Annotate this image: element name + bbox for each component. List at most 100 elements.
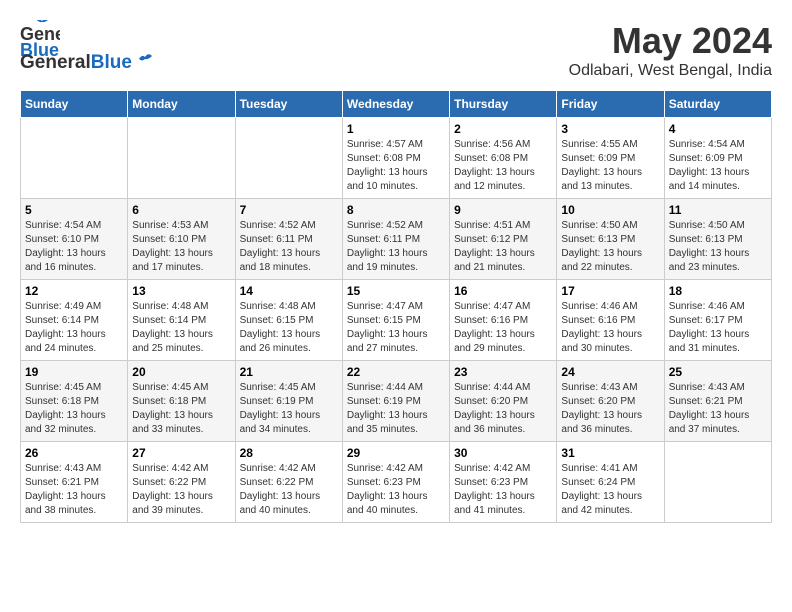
table-row [21,118,128,199]
header-wednesday: Wednesday [342,91,449,118]
day-info: Sunrise: 4:46 AMSunset: 6:17 PMDaylight:… [669,300,767,356]
day-number: 18 [669,284,767,298]
day-info: Sunrise: 4:44 AMSunset: 6:19 PMDaylight:… [347,381,445,437]
table-row: 6 Sunrise: 4:53 AMSunset: 6:10 PMDaylight… [128,199,235,280]
logo-bird-icon [134,49,154,69]
table-row: 20Sunrise: 4:45 AMSunset: 6:18 PMDayligh… [128,361,235,442]
day-info: Sunrise: 4:57 AMSunset: 6:08 PMDaylight:… [347,138,445,194]
table-row: 5Sunrise: 4:54 AMSunset: 6:10 PMDaylight… [21,199,128,280]
header-thursday: Thursday [450,91,557,118]
calendar-week-row: 1 Sunrise: 4:57 AMSunset: 6:08 PMDaylight… [21,118,772,199]
day-number: 28 [240,446,338,460]
day-number: 25 [669,365,767,379]
table-row: 2 Sunrise: 4:56 AMSunset: 6:08 PMDaylight… [450,118,557,199]
logo: General Blue General Blue [20,20,154,74]
day-number: 30 [454,446,552,460]
day-info: Sunrise: 4:54 AMSunset: 6:09 PMDaylight:… [669,138,767,194]
day-number: 6 [132,203,230,217]
day-info: Sunrise: 4:56 AMSunset: 6:08 PMDaylight:… [454,138,552,194]
table-row: 17Sunrise: 4:46 AMSunset: 6:16 PMDayligh… [557,280,664,361]
table-row: 9 Sunrise: 4:51 AMSunset: 6:12 PMDaylight… [450,199,557,280]
calendar-week-row: 26Sunrise: 4:43 AMSunset: 6:21 PMDayligh… [21,442,772,523]
day-info: Sunrise: 4:43 AMSunset: 6:21 PMDaylight:… [25,462,123,518]
day-info: Sunrise: 4:45 AMSunset: 6:19 PMDaylight:… [240,381,338,437]
day-number: 16 [454,284,552,298]
day-info: Sunrise: 4:45 AMSunset: 6:18 PMDaylight:… [132,381,230,437]
day-number: 10 [561,203,659,217]
page-header: General Blue General Blue May 2024 Odlab… [20,20,772,80]
day-number: 29 [347,446,445,460]
day-info: Sunrise: 4:43 AMSunset: 6:20 PMDaylight:… [561,381,659,437]
logo-general: General [20,52,91,74]
day-number: 23 [454,365,552,379]
day-info: Sunrise: 4:50 AMSunset: 6:13 PMDaylight:… [561,219,659,275]
table-row: 21Sunrise: 4:45 AMSunset: 6:19 PMDayligh… [235,361,342,442]
table-row: 16 Sunrise: 4:47 AMSunset: 6:16 PMDayligh… [450,280,557,361]
day-number: 12 [25,284,123,298]
table-row: 29 Sunrise: 4:42 AMSunset: 6:23 PMDayligh… [342,442,449,523]
header-sunday: Sunday [21,91,128,118]
logo-blue: Blue [91,52,132,74]
day-info: Sunrise: 4:42 AMSunset: 6:23 PMDaylight:… [347,462,445,518]
day-number: 1 [347,122,445,136]
header-saturday: Saturday [664,91,771,118]
day-info: Sunrise: 4:52 AMSunset: 6:11 PMDaylight:… [347,219,445,275]
table-row: 7 Sunrise: 4:52 AMSunset: 6:11 PMDaylight… [235,199,342,280]
table-row [235,118,342,199]
day-info: Sunrise: 4:41 AMSunset: 6:24 PMDaylight:… [561,462,659,518]
table-row: 11 Sunrise: 4:50 AMSunset: 6:13 PMDayligh… [664,199,771,280]
table-row [128,118,235,199]
day-number: 11 [669,203,767,217]
day-info: Sunrise: 4:54 AMSunset: 6:10 PMDaylight:… [25,219,123,275]
table-row: 25 Sunrise: 4:43 AMSunset: 6:21 PMDayligh… [664,361,771,442]
day-info: Sunrise: 4:43 AMSunset: 6:21 PMDaylight:… [669,381,767,437]
day-info: Sunrise: 4:42 AMSunset: 6:22 PMDaylight:… [240,462,338,518]
day-info: Sunrise: 4:44 AMSunset: 6:20 PMDaylight:… [454,381,552,437]
day-number: 9 [454,203,552,217]
day-number: 7 [240,203,338,217]
calendar-week-row: 5Sunrise: 4:54 AMSunset: 6:10 PMDaylight… [21,199,772,280]
calendar-week-row: 19 Sunrise: 4:45 AMSunset: 6:18 PMDayligh… [21,361,772,442]
table-row: 26Sunrise: 4:43 AMSunset: 6:21 PMDayligh… [21,442,128,523]
header-friday: Friday [557,91,664,118]
day-info: Sunrise: 4:48 AMSunset: 6:15 PMDaylight:… [240,300,338,356]
table-row: 31 Sunrise: 4:41 AMSunset: 6:24 PMDayligh… [557,442,664,523]
table-row: 24Sunrise: 4:43 AMSunset: 6:20 PMDayligh… [557,361,664,442]
day-number: 3 [561,122,659,136]
header-tuesday: Tuesday [235,91,342,118]
table-row: 4 Sunrise: 4:54 AMSunset: 6:09 PMDaylight… [664,118,771,199]
day-number: 22 [347,365,445,379]
table-row: 10 Sunrise: 4:50 AMSunset: 6:13 PMDayligh… [557,199,664,280]
day-number: 15 [347,284,445,298]
table-row: 22 Sunrise: 4:44 AMSunset: 6:19 PMDayligh… [342,361,449,442]
day-number: 13 [132,284,230,298]
day-info: Sunrise: 4:50 AMSunset: 6:13 PMDaylight:… [669,219,767,275]
day-info: Sunrise: 4:51 AMSunset: 6:12 PMDaylight:… [454,219,552,275]
day-info: Sunrise: 4:42 AMSunset: 6:23 PMDaylight:… [454,462,552,518]
day-number: 2 [454,122,552,136]
day-info: Sunrise: 4:42 AMSunset: 6:22 PMDaylight:… [132,462,230,518]
calendar-table: Sunday Monday Tuesday Wednesday Thursday… [20,90,772,523]
day-info: Sunrise: 4:53 AMSunset: 6:10 PMDaylight:… [132,219,230,275]
day-number: 4 [669,122,767,136]
table-row: 28 Sunrise: 4:42 AMSunset: 6:22 PMDayligh… [235,442,342,523]
day-info: Sunrise: 4:46 AMSunset: 6:16 PMDaylight:… [561,300,659,356]
day-info: Sunrise: 4:52 AMSunset: 6:11 PMDaylight:… [240,219,338,275]
table-row: 18 Sunrise: 4:46 AMSunset: 6:17 PMDayligh… [664,280,771,361]
day-number: 19 [25,365,123,379]
calendar-week-row: 12Sunrise: 4:49 AMSunset: 6:14 PMDayligh… [21,280,772,361]
day-number: 31 [561,446,659,460]
table-row: 27 Sunrise: 4:42 AMSunset: 6:22 PMDayligh… [128,442,235,523]
day-number: 8 [347,203,445,217]
table-row: 13 Sunrise: 4:48 AMSunset: 6:14 PMDayligh… [128,280,235,361]
table-row: 23 Sunrise: 4:44 AMSunset: 6:20 PMDayligh… [450,361,557,442]
day-info: Sunrise: 4:47 AMSunset: 6:16 PMDaylight:… [454,300,552,356]
table-row: 8 Sunrise: 4:52 AMSunset: 6:11 PMDaylight… [342,199,449,280]
day-info: Sunrise: 4:48 AMSunset: 6:14 PMDaylight:… [132,300,230,356]
table-row: 14Sunrise: 4:48 AMSunset: 6:15 PMDayligh… [235,280,342,361]
day-number: 27 [132,446,230,460]
day-info: Sunrise: 4:55 AMSunset: 6:09 PMDaylight:… [561,138,659,194]
table-row: 12Sunrise: 4:49 AMSunset: 6:14 PMDayligh… [21,280,128,361]
table-row: 3 Sunrise: 4:55 AMSunset: 6:09 PMDaylight… [557,118,664,199]
calendar-header-row: Sunday Monday Tuesday Wednesday Thursday… [21,91,772,118]
